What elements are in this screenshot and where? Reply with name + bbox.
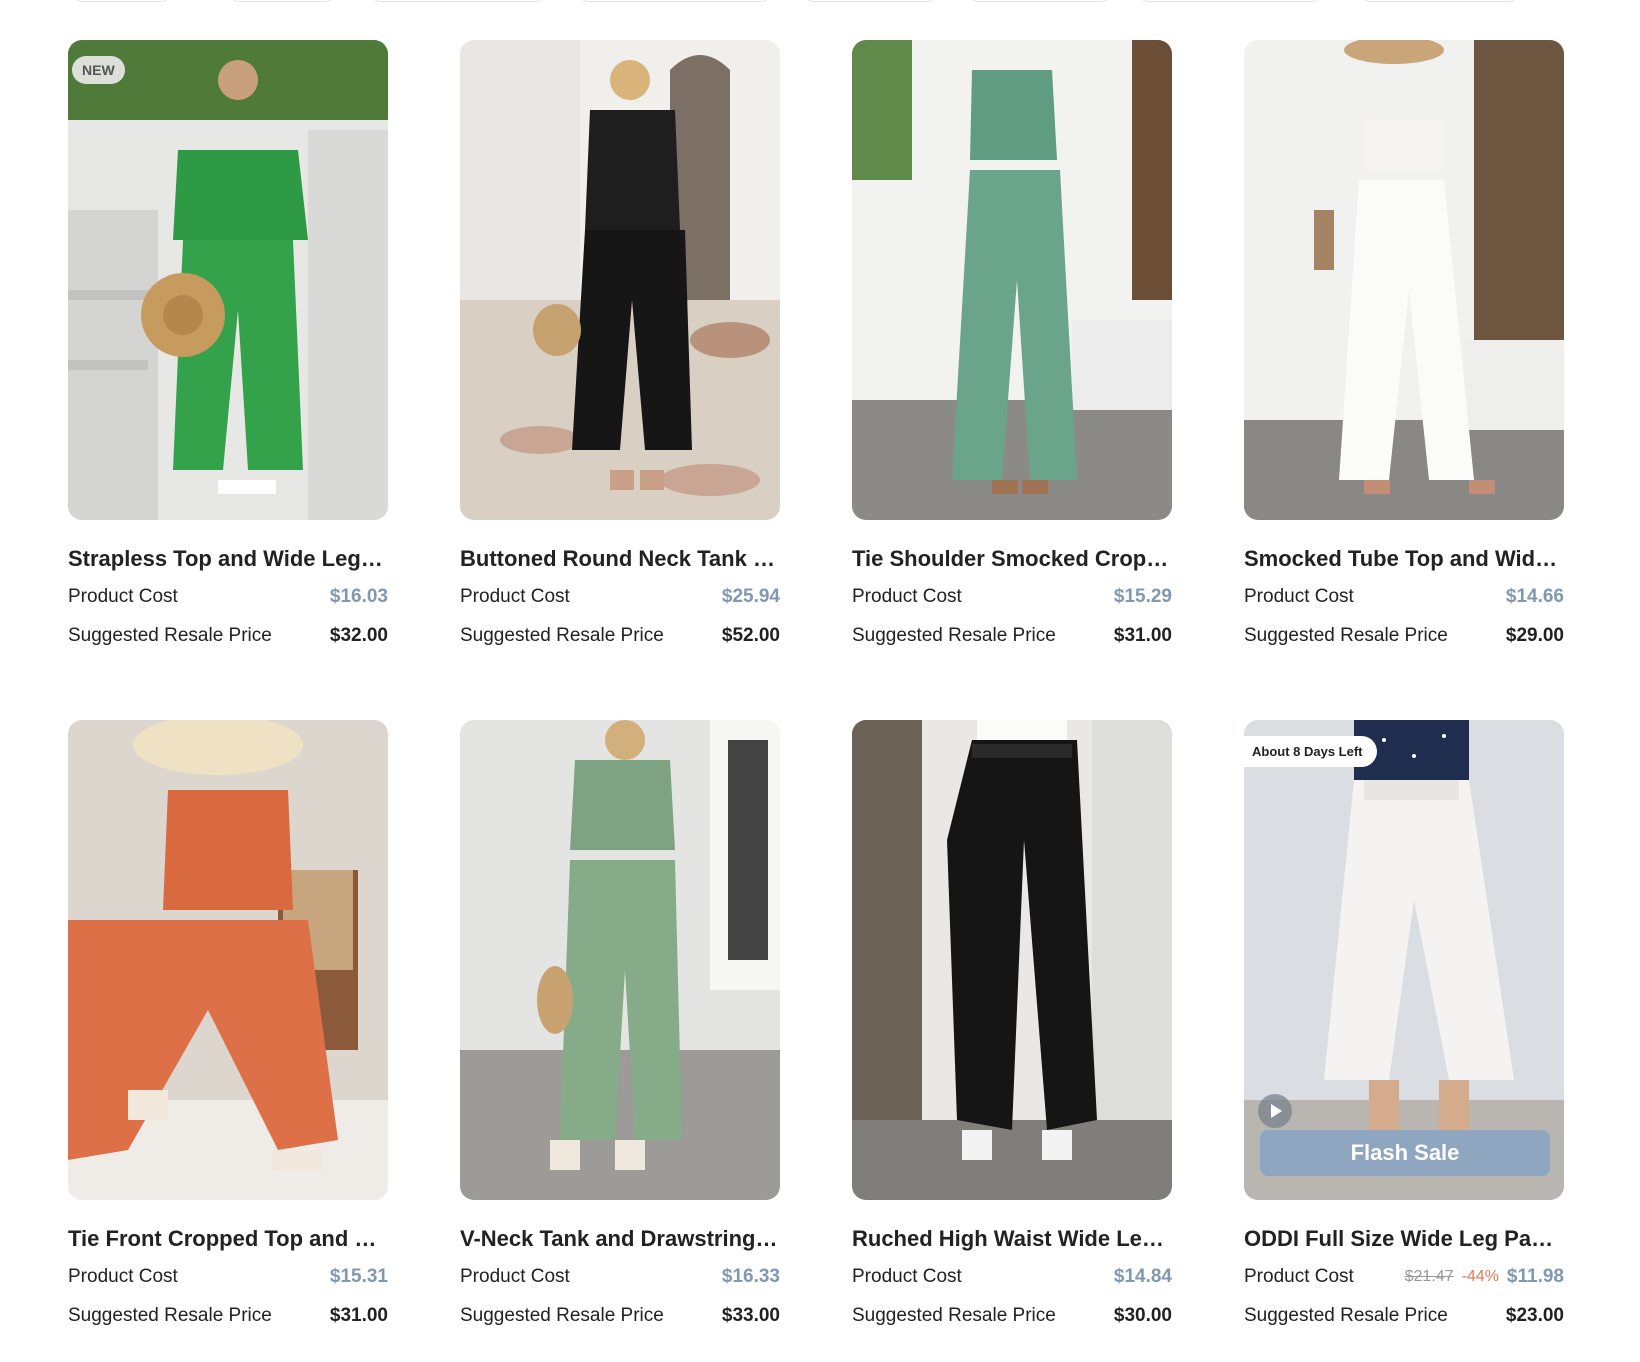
- play-video-icon[interactable]: [1258, 1094, 1292, 1128]
- resale-price-value: $29.00: [1505, 625, 1564, 646]
- product-grid: NEW Strapless Top and Wide Leg Pants Set…: [68, 40, 1572, 1350]
- product-photo: [1244, 720, 1564, 1200]
- product-cost-row: Product Cost $16.33: [460, 1266, 780, 1288]
- product-cost-row: Product Cost $21.47 -44% $11.98: [1244, 1266, 1564, 1288]
- resale-price-label: Suggested Resale Price: [852, 1305, 1056, 1326]
- resale-price-row: Suggested Resale Price $29.00: [1244, 625, 1564, 647]
- resale-price-label: Suggested Resale Price: [68, 625, 272, 646]
- product-cost-value: $15.29: [1113, 586, 1172, 607]
- product-image[interactable]: [852, 720, 1172, 1200]
- product-cost-label: Product Cost: [68, 586, 178, 607]
- product-photo: [852, 40, 1172, 520]
- product-cost-label: Product Cost: [1244, 1266, 1354, 1287]
- resale-price-label: Suggested Resale Price: [460, 625, 664, 646]
- flash-sale-button[interactable]: Flash Sale: [1260, 1130, 1550, 1176]
- product-cost-row: Product Cost $16.03: [68, 586, 388, 608]
- product-cost-value: $16.33: [721, 1266, 780, 1287]
- product-cost-label: Product Cost: [460, 1266, 570, 1287]
- product-title[interactable]: Buttoned Round Neck Tank Top and Pants S…: [460, 546, 780, 572]
- product-photo: [460, 720, 780, 1200]
- product-title[interactable]: V-Neck Tank and Drawstring Pants Set: [460, 1226, 780, 1252]
- resale-price-row: Suggested Resale Price $33.00: [460, 1305, 780, 1327]
- resale-price-value: $23.00: [1505, 1305, 1564, 1326]
- resale-price-value: $31.00: [329, 1305, 388, 1326]
- resale-price-row: Suggested Resale Price $52.00: [460, 625, 780, 647]
- product-cost-label: Product Cost: [1244, 586, 1354, 607]
- product-card[interactable]: Tie Shoulder Smocked Cropped Top and Pan…: [852, 40, 1172, 670]
- product-cost-value: $15.31: [329, 1266, 388, 1287]
- product-card[interactable]: Buttoned Round Neck Tank Top and Pants S…: [460, 40, 780, 670]
- resale-price-label: Suggested Resale Price: [1244, 625, 1448, 646]
- resale-price-value: $32.00: [329, 625, 388, 646]
- product-photo: [68, 40, 388, 520]
- product-cost-value: $11.98: [1506, 1266, 1564, 1287]
- resale-price-label: Suggested Resale Price: [1244, 1305, 1448, 1326]
- product-cost-row: Product Cost $14.84: [852, 1266, 1172, 1288]
- discount-percent: -44%: [1461, 1268, 1499, 1285]
- product-card[interactable]: Tie Front Cropped Top and Wide Leg Pants…: [68, 720, 388, 1350]
- resale-price-label: Suggested Resale Price: [852, 625, 1056, 646]
- resale-price-row: Suggested Resale Price $23.00: [1244, 1305, 1564, 1327]
- resale-price-label: Suggested Resale Price: [460, 1305, 664, 1326]
- product-card[interactable]: NEW Strapless Top and Wide Leg Pants Set…: [68, 40, 388, 670]
- product-cost-value: $14.84: [1113, 1266, 1172, 1287]
- product-photo: [1244, 40, 1564, 520]
- resale-price-row: Suggested Resale Price $32.00: [68, 625, 388, 647]
- product-cost-value: $25.94: [721, 586, 780, 607]
- resale-price-row: Suggested Resale Price $31.00: [68, 1305, 388, 1327]
- product-image[interactable]: [68, 720, 388, 1200]
- product-photo: [852, 720, 1172, 1200]
- resale-price-row: Suggested Resale Price $30.00: [852, 1305, 1172, 1327]
- product-cost-value: $16.03: [329, 586, 388, 607]
- resale-price-value: $31.00: [1113, 625, 1172, 646]
- product-cost-label: Product Cost: [852, 586, 962, 607]
- resale-price-value: $52.00: [721, 625, 780, 646]
- product-title[interactable]: Ruched High Waist Wide Leg Pants: [852, 1226, 1172, 1252]
- resale-price-value: $30.00: [1113, 1305, 1172, 1326]
- product-title[interactable]: Smocked Tube Top and Wide Leg Pants Set: [1244, 546, 1564, 572]
- product-photo: [460, 40, 780, 520]
- product-image[interactable]: [852, 40, 1172, 520]
- resale-price-row: Suggested Resale Price $31.00: [852, 625, 1172, 647]
- product-image[interactable]: [460, 40, 780, 520]
- product-cost-group: $21.47 -44% $11.98: [1405, 1266, 1564, 1288]
- product-card[interactable]: Ruched High Waist Wide Leg Pants Product…: [852, 720, 1172, 1350]
- resale-price-label: Suggested Resale Price: [68, 1305, 272, 1326]
- product-card[interactable]: V-Neck Tank and Drawstring Pants Set Pro…: [460, 720, 780, 1350]
- product-title[interactable]: Strapless Top and Wide Leg Pants Set: [68, 546, 388, 572]
- original-cost-value: $21.47: [1404, 1268, 1454, 1285]
- product-cost-value: $14.66: [1505, 586, 1564, 607]
- product-card[interactable]: Smocked Tube Top and Wide Leg Pants Set …: [1244, 40, 1564, 670]
- product-cost-label: Product Cost: [852, 1266, 962, 1287]
- product-cost-label: Product Cost: [460, 586, 570, 607]
- product-cost-row: Product Cost $14.66: [1244, 586, 1564, 608]
- product-image[interactable]: About 8 Days Left Flash Sale: [1244, 720, 1564, 1200]
- top-filter-pills: [0, 0, 1640, 2]
- product-cost-row: Product Cost $25.94: [460, 586, 780, 608]
- product-card[interactable]: About 8 Days Left Flash Sale ODDI Full S…: [1244, 720, 1564, 1350]
- countdown-badge: About 8 Days Left: [1244, 736, 1377, 767]
- product-cost-row: Product Cost $15.29: [852, 586, 1172, 608]
- product-title[interactable]: Tie Front Cropped Top and Wide Leg Pants…: [68, 1226, 388, 1252]
- product-image[interactable]: NEW: [68, 40, 388, 520]
- product-image[interactable]: [460, 720, 780, 1200]
- resale-price-value: $33.00: [721, 1305, 780, 1326]
- product-cost-label: Product Cost: [68, 1266, 178, 1287]
- product-title[interactable]: Tie Shoulder Smocked Cropped Top and Pan…: [852, 546, 1172, 572]
- product-image[interactable]: [1244, 40, 1564, 520]
- product-title[interactable]: ODDI Full Size Wide Leg Pants: [1244, 1226, 1564, 1252]
- product-photo: [68, 720, 388, 1200]
- product-cost-row: Product Cost $15.31: [68, 1266, 388, 1288]
- new-badge: NEW: [72, 56, 125, 84]
